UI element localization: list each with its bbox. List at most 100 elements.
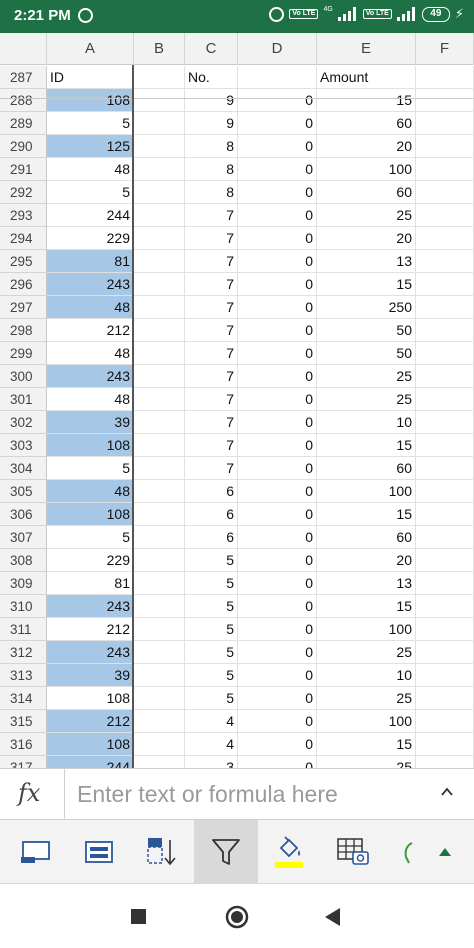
cell-e[interactable]: 15	[317, 503, 416, 526]
cell-f[interactable]	[416, 480, 474, 503]
cell-a[interactable]: 81	[47, 250, 134, 273]
cell-f[interactable]	[416, 250, 474, 273]
cell-f[interactable]	[416, 756, 474, 768]
cell-f[interactable]	[416, 687, 474, 710]
cell-d[interactable]: 0	[238, 710, 317, 733]
select-range-button[interactable]	[6, 820, 68, 884]
cell-f[interactable]	[416, 549, 474, 572]
cell-d[interactable]: 0	[238, 273, 317, 296]
cell-b[interactable]	[134, 618, 185, 641]
row-header[interactable]: 309	[0, 572, 47, 595]
cell-e[interactable]: 100	[317, 480, 416, 503]
cell-a[interactable]: 5	[47, 181, 134, 204]
row-header[interactable]: 302	[0, 411, 47, 434]
cell-c[interactable]: 5	[185, 595, 238, 618]
spreadsheet-grid[interactable]: A B C D E F 287 ID No. Amount 288 108 9 0 15 289 5…	[0, 33, 474, 768]
cell-e[interactable]: 25	[317, 687, 416, 710]
cell-d[interactable]: 0	[238, 549, 317, 572]
cell-d[interactable]: 0	[238, 503, 317, 526]
cell-d[interactable]: 0	[238, 181, 317, 204]
cell-e[interactable]: 15	[317, 595, 416, 618]
row-header[interactable]: 296	[0, 273, 47, 296]
cell-d[interactable]: 0	[238, 641, 317, 664]
cell-f[interactable]	[416, 204, 474, 227]
cell-a[interactable]: 48	[47, 342, 134, 365]
cell-e[interactable]: 10	[317, 411, 416, 434]
cell-a[interactable]: 125	[47, 135, 134, 158]
cell-d[interactable]: 0	[238, 112, 317, 135]
cell-f[interactable]	[416, 158, 474, 181]
cell-b[interactable]	[134, 526, 185, 549]
cell-f[interactable]	[416, 411, 474, 434]
cell-c[interactable]: 7	[185, 365, 238, 388]
cell-a[interactable]: 108	[47, 434, 134, 457]
cell-a[interactable]: 48	[47, 158, 134, 181]
row-header[interactable]: 308	[0, 549, 47, 572]
header-cell-e[interactable]: Amount	[317, 66, 416, 89]
cell-b[interactable]	[134, 434, 185, 457]
cell-a[interactable]: 229	[47, 227, 134, 250]
row-header[interactable]: 292	[0, 181, 47, 204]
row-header[interactable]: 298	[0, 319, 47, 342]
header-cell-b[interactable]	[134, 66, 185, 89]
cell-d[interactable]: 0	[238, 365, 317, 388]
cell-e[interactable]: 25	[317, 388, 416, 411]
row-header[interactable]: 317	[0, 756, 47, 768]
expand-ribbon-button[interactable]	[416, 820, 474, 884]
cell-c[interactable]: 5	[185, 618, 238, 641]
cell-e[interactable]: 13	[317, 572, 416, 595]
cell-e[interactable]: 50	[317, 342, 416, 365]
formula-input[interactable]: Enter text or formula here	[77, 781, 338, 808]
cell-f[interactable]	[416, 365, 474, 388]
row-header[interactable]: 304	[0, 457, 47, 480]
cell-d[interactable]: 0	[238, 480, 317, 503]
cell-c[interactable]: 7	[185, 457, 238, 480]
fill-color-button[interactable]	[258, 820, 320, 884]
row-header[interactable]: 312	[0, 641, 47, 664]
cell-a[interactable]: 5	[47, 112, 134, 135]
cell-b[interactable]	[134, 480, 185, 503]
cell-b[interactable]	[134, 595, 185, 618]
cell-d[interactable]: 0	[238, 227, 317, 250]
row-header[interactable]: 310	[0, 595, 47, 618]
cell-c[interactable]: 5	[185, 641, 238, 664]
row-header[interactable]: 291	[0, 158, 47, 181]
cell-c[interactable]: 8	[185, 135, 238, 158]
cell-d[interactable]: 0	[238, 319, 317, 342]
column-header-f[interactable]: F	[416, 33, 474, 65]
cell-a[interactable]: 243	[47, 641, 134, 664]
cell-e[interactable]: 20	[317, 135, 416, 158]
row-header[interactable]: 299	[0, 342, 47, 365]
cell-d[interactable]: 0	[238, 664, 317, 687]
cell-d[interactable]: 0	[238, 457, 317, 480]
cell-a[interactable]: 212	[47, 710, 134, 733]
cell-b[interactable]	[134, 250, 185, 273]
cell-c[interactable]: 9	[185, 112, 238, 135]
cell-b[interactable]	[134, 710, 185, 733]
cell-d[interactable]: 0	[238, 572, 317, 595]
cell-c[interactable]: 7	[185, 411, 238, 434]
cell-e[interactable]: 100	[317, 618, 416, 641]
row-header[interactable]: 307	[0, 526, 47, 549]
row-header[interactable]: 288	[0, 89, 47, 112]
chevron-up-icon[interactable]	[440, 785, 454, 799]
cell-d[interactable]: 0	[238, 342, 317, 365]
cell-b[interactable]	[134, 549, 185, 572]
cell-a[interactable]: 81	[47, 572, 134, 595]
cell-b[interactable]	[134, 227, 185, 250]
cell-d[interactable]: 0	[238, 135, 317, 158]
cell-c[interactable]: 7	[185, 319, 238, 342]
column-header-c[interactable]: C	[185, 33, 238, 65]
cell-c[interactable]: 9	[185, 89, 238, 112]
back-icon[interactable]	[324, 907, 342, 927]
cell-f[interactable]	[416, 595, 474, 618]
row-header[interactable]: 297	[0, 296, 47, 319]
cell-f[interactable]	[416, 526, 474, 549]
cell-c[interactable]: 8	[185, 181, 238, 204]
cell-f[interactable]	[416, 273, 474, 296]
cell-b[interactable]	[134, 641, 185, 664]
cell-e[interactable]: 25	[317, 756, 416, 768]
format-cells-button[interactable]	[68, 820, 130, 884]
cell-c[interactable]: 7	[185, 273, 238, 296]
cell-f[interactable]	[416, 89, 474, 112]
